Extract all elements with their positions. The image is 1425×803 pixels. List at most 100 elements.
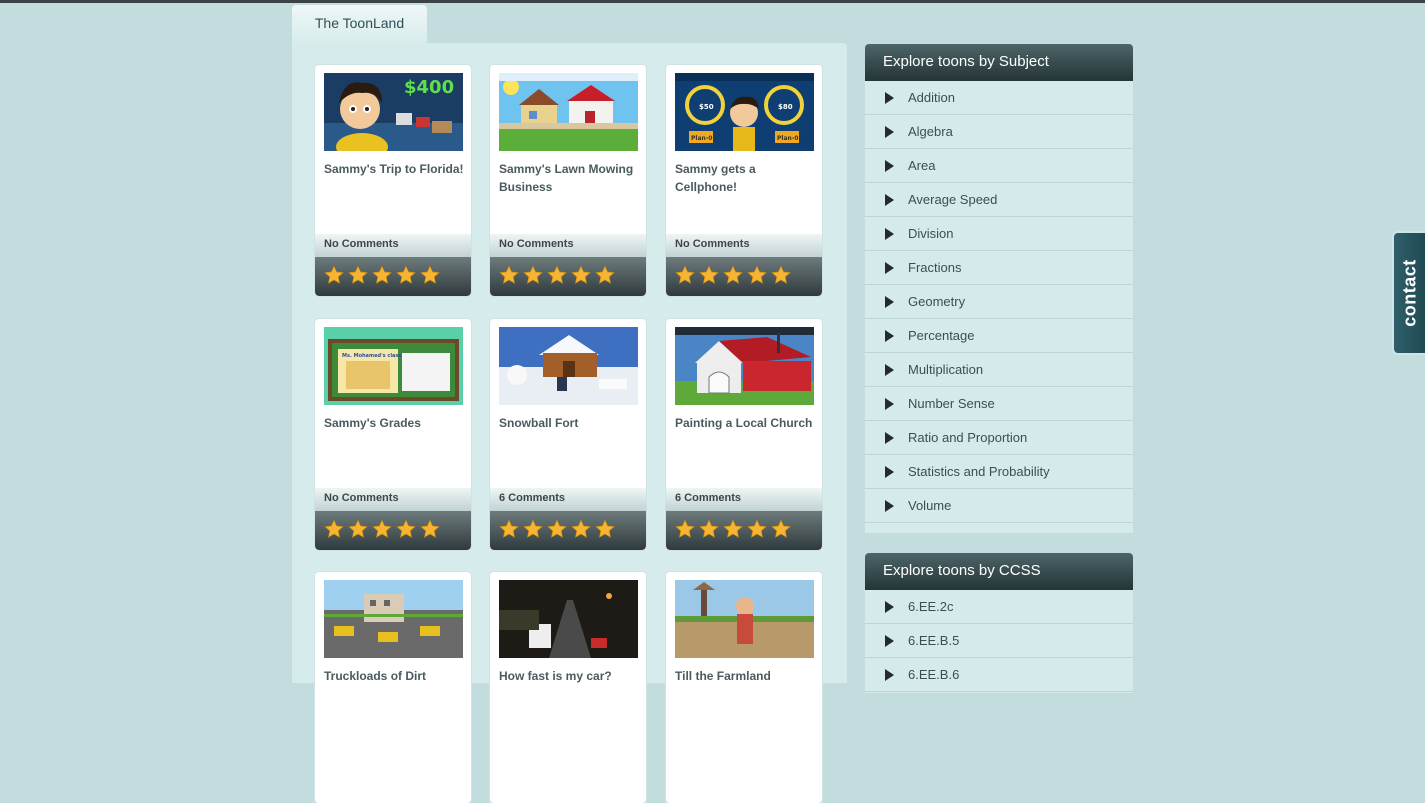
star-icon[interactable] [420, 265, 440, 285]
star-icon[interactable] [348, 519, 368, 539]
star-rating[interactable] [666, 511, 822, 550]
toon-title[interactable]: Painting a Local Church [675, 414, 815, 432]
star-icon[interactable] [747, 265, 767, 285]
sidebar-item[interactable]: Division [865, 217, 1133, 251]
star-icon[interactable] [372, 519, 392, 539]
star-icon[interactable] [595, 519, 615, 539]
star-icon[interactable] [771, 519, 791, 539]
star-icon[interactable] [547, 519, 567, 539]
sidebar-item-label[interactable]: 6.EE.2c [908, 599, 954, 614]
comments-count[interactable]: No Comments [315, 488, 471, 511]
comments-count[interactable]: 6 Comments [490, 488, 646, 511]
sidebar-item[interactable]: Average Speed [865, 183, 1133, 217]
toon-thumbnail[interactable] [499, 327, 638, 405]
sidebar-item-label[interactable]: Statistics and Probability [908, 464, 1050, 479]
toon-title[interactable]: Sammy's Lawn Mowing Business [499, 160, 639, 196]
sidebar-item[interactable]: Multiplication [865, 353, 1133, 387]
star-icon[interactable] [348, 265, 368, 285]
star-icon[interactable] [771, 265, 791, 285]
toon-thumbnail[interactable]: Ms. Mohamed's class [324, 327, 463, 405]
sidebar-item-label[interactable]: Ratio and Proportion [908, 430, 1027, 445]
comments-count[interactable]: No Comments [315, 234, 471, 257]
sidebar-item-label[interactable]: Geometry [908, 294, 965, 309]
sidebar-item[interactable]: Geometry [865, 285, 1133, 319]
toon-card[interactable]: Painting a Local Church 6 Comments [666, 319, 822, 550]
star-icon[interactable] [571, 265, 591, 285]
star-rating[interactable] [490, 511, 646, 550]
star-rating[interactable] [666, 257, 822, 296]
sidebar-item[interactable]: Ratio and Proportion [865, 421, 1133, 455]
sidebar-item-label[interactable]: Algebra [908, 124, 953, 139]
toon-card[interactable]: Truckloads of Dirt [315, 572, 471, 803]
toon-thumbnail[interactable]: $400 [324, 73, 463, 151]
toon-card[interactable]: Till the Farmland [666, 572, 822, 803]
toon-title[interactable]: Sammy's Trip to Florida! [324, 160, 464, 178]
star-icon[interactable] [324, 265, 344, 285]
comments-count[interactable]: No Comments [490, 234, 646, 257]
toon-title[interactable]: Till the Farmland [675, 667, 815, 685]
toon-card[interactable]: $400 Sammy's Trip to Florida! No Comment… [315, 65, 471, 296]
toon-title[interactable]: Snowball Fort [499, 414, 639, 432]
toon-title[interactable]: Sammy gets a Cellphone! [675, 160, 815, 196]
contact-label[interactable]: contact [1399, 259, 1420, 327]
star-icon[interactable] [396, 265, 416, 285]
tab-toonland[interactable]: The ToonLand [292, 5, 427, 43]
sidebar-item-label[interactable]: Addition [908, 90, 955, 105]
contact-tab[interactable]: contact [1392, 231, 1425, 355]
sidebar-item[interactable]: Statistics and Probability [865, 455, 1133, 489]
star-icon[interactable] [547, 265, 567, 285]
comments-count[interactable]: No Comments [666, 234, 822, 257]
star-rating[interactable] [490, 257, 646, 296]
toon-thumbnail[interactable] [675, 327, 814, 405]
toon-title[interactable]: Truckloads of Dirt [324, 667, 464, 685]
toon-thumbnail[interactable] [675, 580, 814, 658]
sidebar-item-label[interactable]: Multiplication [908, 362, 983, 377]
toon-thumbnail[interactable]: $50 $80 Plan-01 Plan-02 [675, 73, 814, 151]
star-icon[interactable] [699, 265, 719, 285]
star-icon[interactable] [595, 265, 615, 285]
star-icon[interactable] [571, 519, 591, 539]
star-icon[interactable] [324, 519, 344, 539]
sidebar-item[interactable]: Area [865, 149, 1133, 183]
star-icon[interactable] [747, 519, 767, 539]
sidebar-item-label[interactable]: Volume [908, 498, 951, 513]
toon-card[interactable]: Snowball Fort 6 Comments [490, 319, 646, 550]
sidebar-item[interactable]: Number Sense [865, 387, 1133, 421]
star-icon[interactable] [499, 265, 519, 285]
star-icon[interactable] [499, 519, 519, 539]
toon-thumbnail[interactable] [324, 580, 463, 658]
toon-thumbnail[interactable] [499, 73, 638, 151]
star-icon[interactable] [723, 265, 743, 285]
toon-card[interactable]: How fast is my car? [490, 572, 646, 803]
sidebar-item[interactable]: Volume [865, 489, 1133, 523]
sidebar-item[interactable]: 6.EE.B.5 [865, 624, 1133, 658]
sidebar-item[interactable]: 6.EE.B.6 [865, 658, 1133, 692]
star-icon[interactable] [699, 519, 719, 539]
toon-thumbnail[interactable] [499, 580, 638, 658]
sidebar-item[interactable]: Addition [865, 81, 1133, 115]
star-rating[interactable] [315, 511, 471, 550]
star-icon[interactable] [420, 519, 440, 539]
sidebar-item-label[interactable]: Average Speed [908, 192, 997, 207]
star-icon[interactable] [396, 519, 416, 539]
sidebar-item-label[interactable]: Division [908, 226, 954, 241]
sidebar-item[interactable]: Percentage [865, 319, 1133, 353]
toon-title[interactable]: Sammy's Grades [324, 414, 464, 432]
sidebar-item-label[interactable]: 6.EE.B.5 [908, 633, 959, 648]
sidebar-item-label[interactable]: Percentage [908, 328, 975, 343]
toon-card[interactable]: $50 $80 Plan-01 Plan-02 Sammy gets a Cel… [666, 65, 822, 296]
toon-card[interactable]: Sammy's Lawn Mowing Business No Comments [490, 65, 646, 296]
toon-card[interactable]: Ms. Mohamed's class Sammy's Grades No Co… [315, 319, 471, 550]
star-icon[interactable] [675, 265, 695, 285]
sidebar-item-label[interactable]: Area [908, 158, 935, 173]
star-icon[interactable] [723, 519, 743, 539]
star-icon[interactable] [675, 519, 695, 539]
star-icon[interactable] [523, 519, 543, 539]
comments-count[interactable]: 6 Comments [666, 488, 822, 511]
sidebar-item[interactable]: Algebra [865, 115, 1133, 149]
star-icon[interactable] [523, 265, 543, 285]
star-icon[interactable] [372, 265, 392, 285]
sidebar-item[interactable]: Fractions [865, 251, 1133, 285]
sidebar-item[interactable]: 6.EE.2c [865, 590, 1133, 624]
toon-title[interactable]: How fast is my car? [499, 667, 639, 685]
